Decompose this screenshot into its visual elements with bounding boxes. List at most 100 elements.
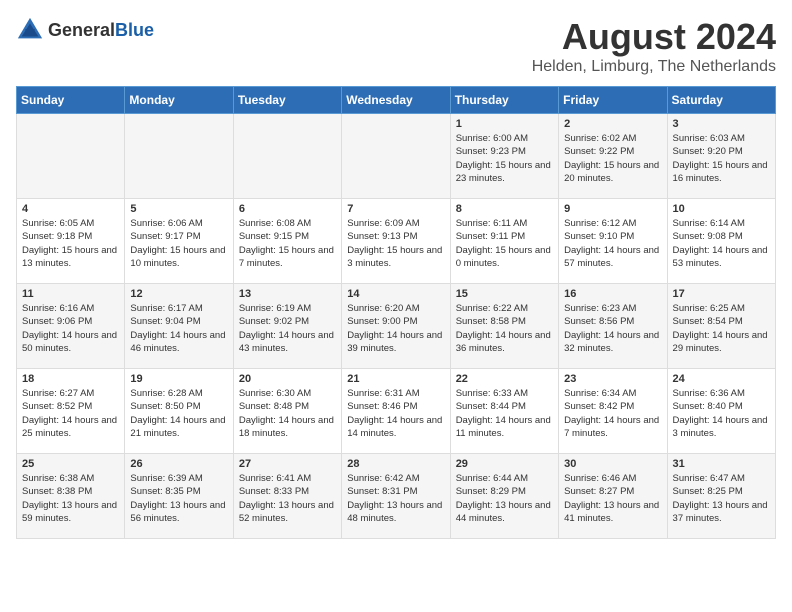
calendar-cell: 23 Sunrise: 6:34 AM Sunset: 8:42 PM Dayli… [559, 369, 667, 454]
day-info: Sunrise: 6:16 AM Sunset: 9:06 PM Dayligh… [22, 302, 119, 355]
day-info: Sunrise: 6:00 AM Sunset: 9:23 PM Dayligh… [456, 132, 553, 185]
day-info: Sunrise: 6:28 AM Sunset: 8:50 PM Dayligh… [130, 387, 227, 440]
day-number: 5 [130, 203, 227, 215]
day-info: Sunrise: 6:44 AM Sunset: 8:29 PM Dayligh… [456, 472, 553, 525]
calendar-cell: 15Sunrise: 6:22 AM Sunset: 8:58 PM Dayli… [450, 284, 558, 369]
calendar-week-3: 11 Sunrise: 6:16 AM Sunset: 9:06 PM Dayli… [17, 284, 776, 369]
day-number: 2 [564, 118, 661, 130]
day-info: Sunrise: 6:38 AM Sunset: 8:38 PM Dayligh… [22, 472, 119, 525]
day-info: Sunrise: 6:19 AM Sunset: 9:02 PM Dayligh… [239, 302, 336, 355]
day-number: 19 [130, 373, 227, 385]
day-info: Sunrise: 6:25 AM Sunset: 8:54 PM Dayligh… [673, 302, 770, 355]
day-number: 25 [22, 458, 119, 470]
day-info: Sunrise: 6:31 AM Sunset: 8:46 PM Dayligh… [347, 387, 444, 440]
calendar-cell: 12Sunrise: 6:17 AM Sunset: 9:04 PM Dayli… [125, 284, 233, 369]
page-header: General Blue August 2024 Helden, Limburg… [16, 16, 776, 76]
calendar-cell: 13 Sunrise: 6:19 AM Sunset: 9:02 PM Dayli… [233, 284, 341, 369]
day-number: 28 [347, 458, 444, 470]
logo-text-general: General [48, 20, 115, 41]
day-info: Sunrise: 6:02 AM Sunset: 9:22 PM Dayligh… [564, 132, 661, 185]
day-number: 1 [456, 118, 553, 130]
calendar-cell [17, 114, 125, 199]
day-info: Sunrise: 6:41 AM Sunset: 8:33 PM Dayligh… [239, 472, 336, 525]
day-header-sunday: Sunday [17, 87, 125, 114]
day-info: Sunrise: 6:36 AM Sunset: 8:40 PM Dayligh… [673, 387, 770, 440]
calendar-cell: 21 Sunrise: 6:31 AM Sunset: 8:46 PM Dayli… [342, 369, 450, 454]
calendar-cell [342, 114, 450, 199]
day-number: 23 [564, 373, 661, 385]
day-number: 20 [239, 373, 336, 385]
calendar-table: SundayMondayTuesdayWednesdayThursdayFrid… [16, 86, 776, 539]
main-title: August 2024 [532, 16, 776, 58]
day-header-thursday: Thursday [450, 87, 558, 114]
day-number: 11 [22, 288, 119, 300]
title-area: August 2024 Helden, Limburg, The Netherl… [532, 16, 776, 76]
calendar-week-5: 25 Sunrise: 6:38 AM Sunset: 8:38 PM Dayli… [17, 454, 776, 539]
day-number: 24 [673, 373, 770, 385]
day-info: Sunrise: 6:14 AM Sunset: 9:08 PM Dayligh… [673, 217, 770, 270]
calendar-cell: 18Sunrise: 6:27 AM Sunset: 8:52 PM Dayli… [17, 369, 125, 454]
calendar-cell [125, 114, 233, 199]
calendar-cell: 24 Sunrise: 6:36 AM Sunset: 8:40 PM Dayli… [667, 369, 775, 454]
calendar-cell: 10 Sunrise: 6:14 AM Sunset: 9:08 PM Dayli… [667, 199, 775, 284]
day-number: 13 [239, 288, 336, 300]
day-header-wednesday: Wednesday [342, 87, 450, 114]
calendar-cell: 3 Sunrise: 6:03 AM Sunset: 9:20 PM Daylig… [667, 114, 775, 199]
day-info: Sunrise: 6:23 AM Sunset: 8:56 PM Dayligh… [564, 302, 661, 355]
calendar-cell: 7Sunrise: 6:09 AM Sunset: 9:13 PM Daylig… [342, 199, 450, 284]
calendar-cell: 8 Sunrise: 6:11 AM Sunset: 9:11 PM Daylig… [450, 199, 558, 284]
day-number: 17 [673, 288, 770, 300]
day-header-tuesday: Tuesday [233, 87, 341, 114]
day-info: Sunrise: 6:42 AM Sunset: 8:31 PM Dayligh… [347, 472, 444, 525]
day-info: Sunrise: 6:47 AM Sunset: 8:25 PM Dayligh… [673, 472, 770, 525]
calendar-cell: 31 Sunrise: 6:47 AM Sunset: 8:25 PM Dayli… [667, 454, 775, 539]
day-number: 31 [673, 458, 770, 470]
calendar-cell [233, 114, 341, 199]
day-number: 29 [456, 458, 553, 470]
day-number: 27 [239, 458, 336, 470]
calendar-cell: 5 Sunrise: 6:06 AM Sunset: 9:17 PM Daylig… [125, 199, 233, 284]
calendar-cell: 11 Sunrise: 6:16 AM Sunset: 9:06 PM Dayli… [17, 284, 125, 369]
calendar-cell: 25 Sunrise: 6:38 AM Sunset: 8:38 PM Dayli… [17, 454, 125, 539]
day-header-saturday: Saturday [667, 87, 775, 114]
calendar-header-row: SundayMondayTuesdayWednesdayThursdayFrid… [17, 87, 776, 114]
calendar-cell: 28 Sunrise: 6:42 AM Sunset: 8:31 PM Dayli… [342, 454, 450, 539]
day-info: Sunrise: 6:06 AM Sunset: 9:17 PM Dayligh… [130, 217, 227, 270]
day-number: 21 [347, 373, 444, 385]
calendar-cell: 16 Sunrise: 6:23 AM Sunset: 8:56 PM Dayli… [559, 284, 667, 369]
day-info: Sunrise: 6:11 AM Sunset: 9:11 PM Dayligh… [456, 217, 553, 270]
day-info: Sunrise: 6:12 AM Sunset: 9:10 PM Dayligh… [564, 217, 661, 270]
day-info: Sunrise: 6:08 AM Sunset: 9:15 PM Dayligh… [239, 217, 336, 270]
day-number: 14 [347, 288, 444, 300]
day-info: Sunrise: 6:03 AM Sunset: 9:20 PM Dayligh… [673, 132, 770, 185]
day-number: 30 [564, 458, 661, 470]
day-number: 3 [673, 118, 770, 130]
day-number: 16 [564, 288, 661, 300]
calendar-cell: 29 Sunrise: 6:44 AM Sunset: 8:29 PM Dayli… [450, 454, 558, 539]
day-number: 4 [22, 203, 119, 215]
day-number: 18 [22, 373, 119, 385]
subtitle: Helden, Limburg, The Netherlands [532, 58, 776, 76]
day-number: 26 [130, 458, 227, 470]
calendar-week-4: 18Sunrise: 6:27 AM Sunset: 8:52 PM Dayli… [17, 369, 776, 454]
logo-text-blue: Blue [115, 20, 154, 41]
day-info: Sunrise: 6:33 AM Sunset: 8:44 PM Dayligh… [456, 387, 553, 440]
calendar-cell: 2 Sunrise: 6:02 AM Sunset: 9:22 PM Daylig… [559, 114, 667, 199]
day-number: 7 [347, 203, 444, 215]
logo: General Blue [16, 16, 154, 44]
calendar-cell: 20 Sunrise: 6:30 AM Sunset: 8:48 PM Dayli… [233, 369, 341, 454]
calendar-cell: 26 Sunrise: 6:39 AM Sunset: 8:35 PM Dayli… [125, 454, 233, 539]
day-number: 8 [456, 203, 553, 215]
day-info: Sunrise: 6:20 AM Sunset: 9:00 PM Dayligh… [347, 302, 444, 355]
calendar-cell: 27 Sunrise: 6:41 AM Sunset: 8:33 PM Dayli… [233, 454, 341, 539]
day-number: 15 [456, 288, 553, 300]
day-info: Sunrise: 6:34 AM Sunset: 8:42 PM Dayligh… [564, 387, 661, 440]
day-info: Sunrise: 6:05 AM Sunset: 9:18 PM Dayligh… [22, 217, 119, 270]
calendar-week-2: 4 Sunrise: 6:05 AM Sunset: 9:18 PM Daylig… [17, 199, 776, 284]
day-header-friday: Friday [559, 87, 667, 114]
calendar-cell: 6Sunrise: 6:08 AM Sunset: 9:15 PM Daylig… [233, 199, 341, 284]
day-info: Sunrise: 6:30 AM Sunset: 8:48 PM Dayligh… [239, 387, 336, 440]
day-number: 10 [673, 203, 770, 215]
calendar-cell: 22Sunrise: 6:33 AM Sunset: 8:44 PM Dayli… [450, 369, 558, 454]
day-info: Sunrise: 6:39 AM Sunset: 8:35 PM Dayligh… [130, 472, 227, 525]
